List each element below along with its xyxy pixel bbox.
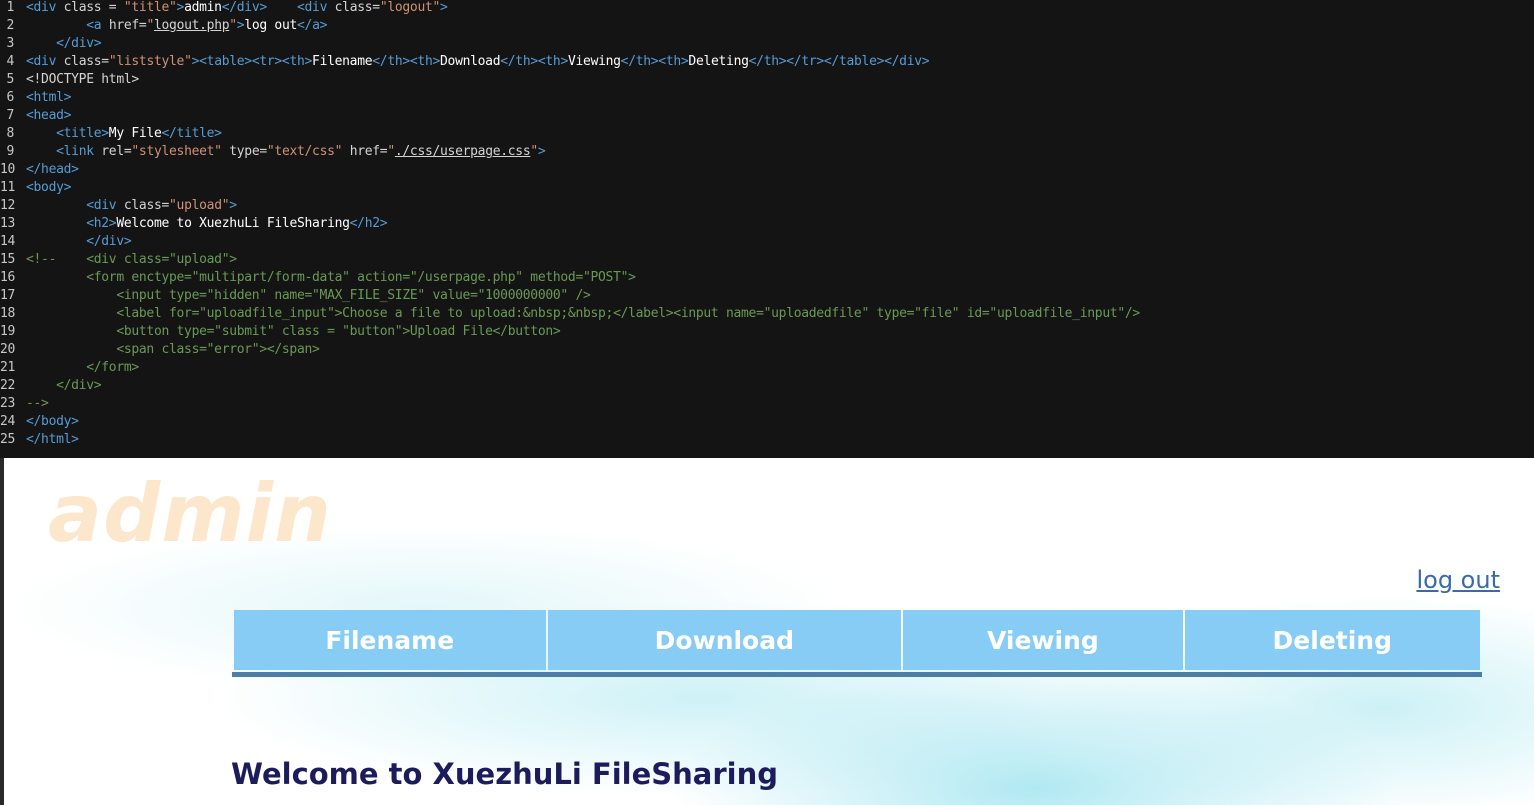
code-line: 1 <div class = "title">admin</div> <div c… bbox=[0, 0, 447, 17]
line-number: 6 bbox=[6, 90, 14, 105]
file-list: Filename Download Viewing Deleting bbox=[232, 608, 1482, 677]
line-number: 15 bbox=[0, 252, 16, 267]
admin-title: admin bbox=[48, 467, 332, 560]
code-line: 9 <link rel="stylesheet" type="text/css"… bbox=[0, 143, 545, 161]
line-number: 9 bbox=[6, 144, 14, 159]
line-number: 10 bbox=[0, 162, 16, 177]
code-line: 5 <!DOCTYPE html> bbox=[0, 71, 139, 89]
code-line: 23 --> bbox=[0, 396, 49, 411]
code-line: 2 <a href="logout.php">log out</a> bbox=[0, 17, 327, 35]
download-column-header: Download bbox=[547, 610, 902, 670]
line-number: 4 bbox=[6, 54, 14, 69]
code-line: 21 </form> bbox=[0, 360, 139, 375]
code-line: 6 <html> bbox=[0, 89, 71, 107]
code-line: 25 </html> bbox=[0, 432, 79, 447]
line-number: 17 bbox=[0, 288, 16, 303]
code-line: 11 <body> bbox=[0, 180, 72, 195]
line-number: 1 bbox=[6, 0, 14, 15]
line-number: 12 bbox=[0, 198, 16, 213]
code-line: 18 <label for="uploadfile_input">Choose … bbox=[0, 306, 1140, 321]
line-number: 22 bbox=[0, 378, 16, 393]
code-line: 4 <div class="liststyle"><table><tr><th>F… bbox=[0, 53, 929, 71]
code-line: 15 <!-- <div class="upload"> bbox=[0, 252, 237, 267]
line-number: 16 bbox=[0, 270, 16, 285]
code-line: 8 <title>My File</title> bbox=[0, 125, 222, 143]
code-line: 16 <form enctype="multipart/form-data" a… bbox=[0, 270, 636, 285]
line-number: 24 bbox=[0, 414, 16, 429]
line-number: 19 bbox=[0, 324, 16, 339]
browser-page: admin log out Filename Download Viewing … bbox=[4, 458, 1534, 805]
filename-column-header: Filename bbox=[234, 610, 546, 670]
code-line: 3 </div> bbox=[0, 35, 101, 53]
logout-link[interactable]: log out bbox=[1416, 566, 1500, 594]
code-line: 19 <button type="submit" class = "button… bbox=[0, 324, 561, 339]
line-number: 25 bbox=[0, 432, 16, 447]
line-number: 14 bbox=[0, 234, 16, 249]
line-number: 5 bbox=[6, 72, 14, 87]
deleting-column-header: Deleting bbox=[1184, 610, 1480, 670]
code-line: 17 <input type="hidden" name="MAX_FILE_S… bbox=[0, 288, 591, 303]
line-number: 20 bbox=[0, 342, 16, 357]
code-line: 13 <h2>Welcome to XuezhuLi FileSharing</… bbox=[0, 216, 388, 231]
line-number: 3 bbox=[6, 36, 14, 51]
line-number: 21 bbox=[0, 360, 16, 375]
line-number: 7 bbox=[6, 108, 14, 123]
line-number: 8 bbox=[6, 126, 14, 141]
code-line: 14 </div> bbox=[0, 234, 132, 249]
table-header-row: Filename Download Viewing Deleting bbox=[234, 610, 1480, 670]
line-number: 2 bbox=[6, 18, 14, 33]
code-editor[interactable]: 1 <div class = "title">admin</div> <div c… bbox=[0, 0, 1534, 458]
line-number: 18 bbox=[0, 306, 16, 321]
code-line: 12 <div class="upload"> bbox=[0, 198, 237, 213]
line-number: 23 bbox=[0, 396, 16, 411]
code-line: 20 <span class="error"></span> bbox=[0, 342, 320, 357]
line-number: 13 bbox=[0, 216, 16, 231]
code-line: 24 </body> bbox=[0, 414, 79, 429]
welcome-heading: Welcome to XuezhuLi FileSharing bbox=[231, 757, 779, 791]
code-line: 10 </head> bbox=[0, 162, 79, 177]
line-number: 11 bbox=[0, 180, 16, 195]
code-line: 22 </div> bbox=[0, 378, 102, 393]
code-line: 7 <head> bbox=[0, 107, 71, 125]
file-table: Filename Download Viewing Deleting bbox=[232, 608, 1482, 677]
viewing-column-header: Viewing bbox=[903, 610, 1183, 670]
